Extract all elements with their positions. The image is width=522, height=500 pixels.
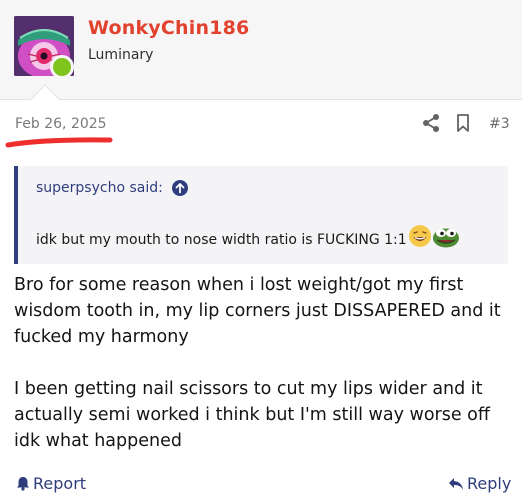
quote-block: superpsycho said: idk but my mouth to no… xyxy=(14,166,508,264)
report-link[interactable]: Report xyxy=(16,474,86,493)
pepe-emoji-icon xyxy=(433,228,459,248)
post-user-header: WonkyChin186 Luminary xyxy=(0,0,522,100)
quote-text: idk but my mouth to nose width ratio is … xyxy=(36,232,407,248)
username[interactable]: WonkyChin186 xyxy=(88,17,249,39)
quote-author[interactable]: superpsycho said: xyxy=(36,180,163,196)
share-icon[interactable] xyxy=(422,113,440,133)
post-message: Bro for some reason when i lost weight/g… xyxy=(14,272,514,454)
bell-icon xyxy=(17,477,29,491)
reply-arrow-icon xyxy=(449,478,463,490)
post-date[interactable]: Feb 26, 2025 xyxy=(15,116,107,132)
arrow-up-circle-icon[interactable] xyxy=(171,179,189,197)
report-label: Report xyxy=(33,474,87,493)
online-status-dot xyxy=(50,55,74,79)
reply-link[interactable]: Reply xyxy=(448,474,511,493)
message-paragraph: Bro for some reason when i lost weight/g… xyxy=(14,275,501,347)
bookmark-icon[interactable] xyxy=(456,113,470,133)
user-title: Luminary xyxy=(88,47,154,63)
message-paragraph: I been getting nail scissors to cut my l… xyxy=(14,379,490,451)
post-number[interactable]: #3 xyxy=(489,116,510,132)
red-underline-annotation xyxy=(5,137,113,148)
grinning-emoji-icon xyxy=(409,225,431,247)
reply-label: Reply xyxy=(467,474,512,493)
